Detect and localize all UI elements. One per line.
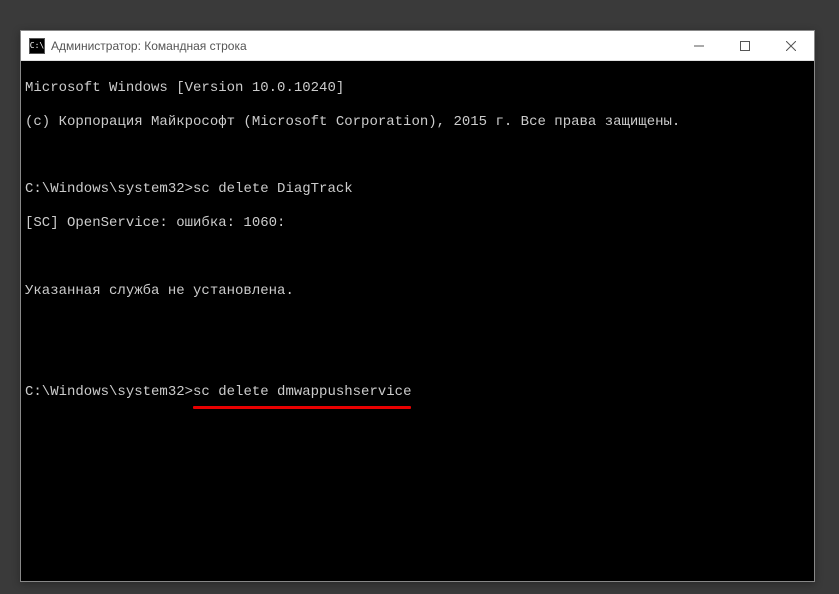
app-icon: C:\ — [29, 38, 45, 54]
command-line-2: C:\Windows\system32>sc delete dmwappushs… — [25, 384, 810, 401]
blank-line — [25, 350, 810, 367]
version-line: Microsoft Windows [Version 10.0.10240] — [25, 80, 810, 97]
console-area[interactable]: Microsoft Windows [Version 10.0.10240] (… — [21, 61, 814, 581]
blank-line — [25, 249, 810, 266]
window-controls — [676, 31, 814, 61]
prompt: C:\Windows\system32> — [25, 181, 193, 197]
prompt: C:\Windows\system32> — [25, 384, 193, 400]
cmd-window: C:\ Администратор: Командная строка Micr… — [20, 30, 815, 582]
annotation-underline — [193, 406, 411, 409]
app-icon-text: C:\ — [30, 41, 44, 50]
blank-line — [25, 147, 810, 164]
minimize-button[interactable] — [676, 31, 722, 61]
copyright-line: (c) Корпорация Майкрософт (Microsoft Cor… — [25, 114, 810, 131]
result-line-1: [SC] OpenService: ошибка: 1060: — [25, 215, 810, 232]
highlighted-command: sc delete dmwappushservice — [193, 384, 411, 401]
command-text: sc delete DiagTrack — [193, 181, 353, 197]
command-line-1: C:\Windows\system32>sc delete DiagTrack — [25, 181, 810, 198]
result-line-2: Указанная служба не установлена. — [25, 283, 810, 300]
window-title: Администратор: Командная строка — [51, 39, 676, 53]
close-button[interactable] — [768, 31, 814, 61]
titlebar[interactable]: C:\ Администратор: Командная строка — [21, 31, 814, 61]
maximize-button[interactable] — [722, 31, 768, 61]
command-text: sc delete dmwappushservice — [193, 384, 411, 400]
blank-line — [25, 316, 810, 333]
